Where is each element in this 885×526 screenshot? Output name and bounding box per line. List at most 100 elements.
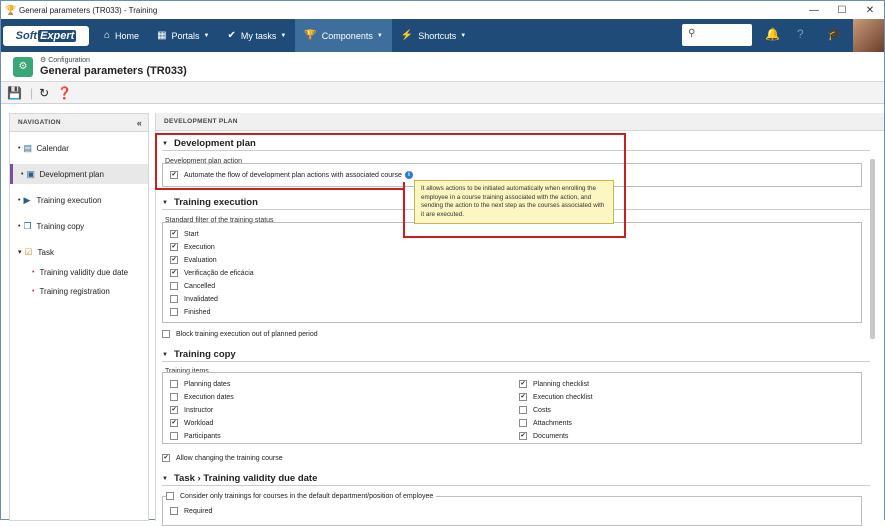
checkbox-box[interactable]	[162, 330, 170, 338]
copy-item-checkbox[interactable]: Attachments	[519, 419, 572, 427]
checkbox-box[interactable]	[170, 308, 178, 316]
copy-item-checkbox[interactable]: Participants	[170, 432, 221, 440]
chevron-down-icon: ▼	[203, 32, 210, 39]
nav-components[interactable]: 🏆 Components ▼	[295, 19, 392, 52]
copy-item-checkbox[interactable]: Instructor	[170, 406, 213, 414]
checkbox-box[interactable]	[519, 393, 527, 401]
window-controls: — ☐ ✕	[800, 5, 884, 16]
save-icon[interactable]: 💾	[7, 86, 22, 100]
checkbox-box[interactable]	[170, 419, 178, 427]
copy-item-checkbox[interactable]: Execution checklist	[519, 393, 593, 401]
checkbox-label: Costs	[533, 406, 551, 414]
status-checkbox[interactable]: Finished	[170, 308, 210, 316]
copy-item-checkbox[interactable]: Documents	[519, 432, 568, 440]
brand-logo[interactable]: Soft Expert	[3, 25, 89, 46]
gear-icon: ⚙	[40, 57, 47, 64]
calendar-icon: ▤	[23, 143, 32, 153]
nav-portals-label: Portals	[171, 30, 200, 41]
vertical-scrollbar[interactable]	[870, 159, 875, 339]
checkbox-box[interactable]	[170, 282, 178, 290]
checkbox-box[interactable]	[170, 230, 178, 238]
avatar[interactable]	[853, 19, 884, 52]
checkbox-label: Cancelled	[184, 282, 216, 290]
close-button[interactable]: ✕	[856, 5, 884, 16]
checkbox-box[interactable]	[170, 243, 178, 251]
collapse-triangle-icon: ▼	[162, 475, 168, 482]
sidebar-item-calendar[interactable]: • ▤ Calendar	[10, 138, 148, 158]
app-icon: ⚙	[13, 57, 33, 77]
breadcrumb[interactable]: ⚙ Configuration	[40, 56, 90, 64]
bell-icon[interactable]: 🔔	[765, 27, 780, 41]
checkbox-box[interactable]	[170, 380, 178, 388]
status-checkbox[interactable]: Evaluation	[170, 256, 217, 264]
help-circle-icon[interactable]: ?	[797, 27, 804, 41]
status-checkbox[interactable]: Start	[170, 230, 199, 238]
sidebar-item-training-copy[interactable]: • ❐ Training copy	[10, 216, 148, 236]
consider-only-checkbox[interactable]: Consider only trainings for courses in t…	[166, 492, 437, 500]
required-checkbox[interactable]: Required	[170, 507, 212, 515]
collapse-icon[interactable]: «	[137, 118, 142, 128]
checkbox-box[interactable]	[170, 269, 178, 277]
sidebar-subitem-training-registration[interactable]: • Training registration	[10, 281, 148, 301]
sidebar-item-development-plan[interactable]: • ▣ Development plan	[10, 164, 148, 184]
nav-shortcuts[interactable]: ⚡ Shortcuts ▼	[392, 19, 475, 52]
checkbox-label: Planning dates	[184, 380, 231, 388]
navigation-panel: NAVIGATION « • ▤ Calendar • ▣ Development pl…	[9, 113, 149, 521]
nav-my-tasks[interactable]: ✔ My tasks ▼	[218, 19, 295, 52]
section-divider	[162, 361, 870, 362]
search-input[interactable]: ⚲	[682, 24, 752, 46]
status-checkbox[interactable]: Verificação de eficácia	[170, 269, 254, 277]
checkbox-box[interactable]	[519, 380, 527, 388]
section-training-copy[interactable]: ▼ Training copy	[162, 349, 236, 360]
help-icon[interactable]: ❓	[57, 86, 72, 100]
section-training-execution[interactable]: ▼ Training execution	[162, 197, 258, 208]
block-execution-checkbox[interactable]: Block training execution out of planned …	[162, 330, 318, 338]
checkbox-label: Instructor	[184, 406, 214, 414]
checkbox-box[interactable]	[170, 295, 178, 303]
checkbox-label: Finished	[184, 308, 211, 316]
minimize-button[interactable]: —	[800, 5, 828, 16]
status-checkbox[interactable]: Invalidated	[170, 295, 218, 303]
copy-item-checkbox[interactable]: Planning dates	[170, 380, 230, 388]
nav-home[interactable]: ⌂ Home	[95, 19, 148, 52]
copy-item-checkbox[interactable]: Workload	[170, 419, 213, 427]
brand-part2: Expert	[38, 29, 77, 42]
toolbar: 💾 | ↻ ❓	[1, 82, 884, 104]
refresh-icon[interactable]: ↻	[39, 86, 49, 100]
status-checkbox[interactable]: Execution	[170, 243, 215, 251]
section-task-validity[interactable]: ▼ Task › Training validity due date	[162, 473, 317, 484]
checkbox-box[interactable]	[170, 256, 178, 264]
copy-item-checkbox[interactable]: Planning checklist	[519, 380, 589, 388]
chevron-down-icon: ▼	[280, 32, 287, 39]
page-header: ⚙ ⚙ Configuration General parameters (TR…	[1, 52, 884, 82]
nav-home-label: Home	[115, 30, 140, 41]
allow-change-course-checkbox[interactable]: Allow changing the training course	[162, 454, 283, 462]
checkbox-label: Consider only trainings for courses in t…	[180, 492, 434, 500]
validity-group	[162, 496, 862, 526]
copy-item-checkbox[interactable]: Execution dates	[170, 393, 234, 401]
sidebar-item-training-execution[interactable]: • ▶ Training execution	[10, 190, 148, 210]
navigation-header-label: NAVIGATION	[18, 119, 61, 126]
sidebar-subitem-training-validity[interactable]: • Training validity due date	[10, 262, 148, 282]
section-title-part: Task	[173, 473, 195, 484]
sidebar-item-task[interactable]: ▾ ☑ Task	[10, 242, 148, 262]
checkbox-box[interactable]	[519, 406, 527, 414]
checkbox-box[interactable]	[519, 419, 527, 427]
checkbox-box[interactable]	[170, 507, 178, 515]
checkbox-box[interactable]	[170, 432, 178, 440]
bullet-icon: •	[32, 268, 35, 276]
checkbox-label: Start	[184, 230, 199, 238]
checkbox-box[interactable]	[170, 393, 178, 401]
checkbox-box[interactable]	[170, 406, 178, 414]
nav-shortcuts-label: Shortcuts	[418, 30, 457, 41]
breadcrumb-label: Configuration	[48, 57, 90, 64]
graduation-cap-icon[interactable]: 🎓	[827, 27, 842, 41]
checkbox-box[interactable]	[519, 432, 527, 440]
status-checkbox[interactable]: Cancelled	[170, 282, 215, 290]
sidebar-item-label: Task	[37, 247, 54, 257]
checkbox-box[interactable]	[166, 492, 174, 500]
maximize-button[interactable]: ☐	[828, 5, 856, 16]
checkbox-box[interactable]	[162, 454, 170, 462]
nav-portals[interactable]: ▦ Portals ▼	[148, 19, 218, 52]
copy-item-checkbox[interactable]: Costs	[519, 406, 551, 414]
